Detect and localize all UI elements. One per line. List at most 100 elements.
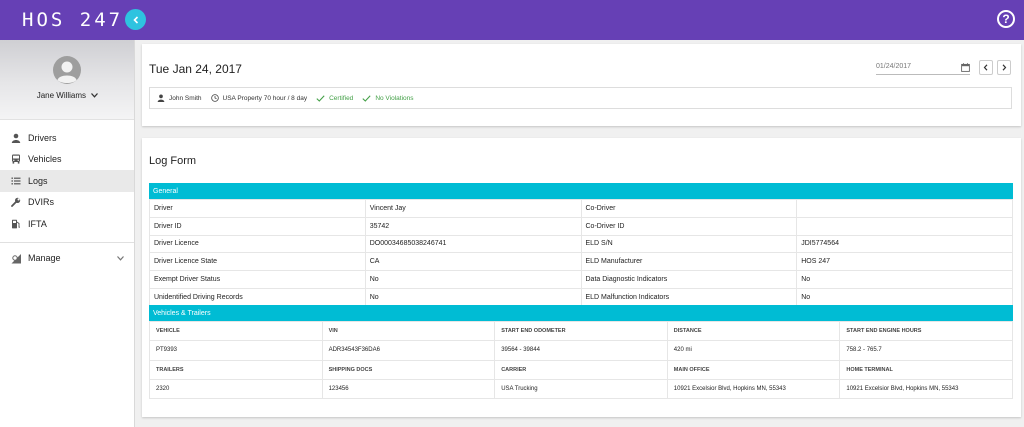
table-row: 2320 123456 USA Trucking 10921 Excelsior… bbox=[149, 378, 1013, 400]
table-row: Driver Vincent Jay Co-Driver bbox=[149, 199, 1013, 218]
field-value: No bbox=[364, 270, 582, 289]
field-label: ELD Malfunction Indicators bbox=[580, 287, 798, 307]
avatar-icon bbox=[53, 56, 81, 84]
sidebar-item-label: Vehicles bbox=[28, 154, 62, 165]
field-label: Driver bbox=[149, 199, 366, 218]
table-row: Unidentified Driving Records No ELD Malf… bbox=[149, 287, 1013, 307]
sidebar-divider bbox=[0, 241, 134, 243]
field-value: DO00034685038246741 bbox=[364, 234, 582, 254]
sidebar-item-label: Drivers bbox=[28, 132, 57, 143]
chevron-down-icon bbox=[117, 255, 124, 261]
person-icon bbox=[157, 94, 165, 102]
bus-icon bbox=[10, 153, 22, 165]
status-violations-text: No Violations bbox=[375, 94, 414, 102]
field-label: Driver ID bbox=[149, 216, 366, 236]
chevron-left-icon bbox=[983, 64, 988, 71]
field-label: ELD S/N bbox=[580, 234, 798, 254]
field-value: No bbox=[364, 287, 582, 307]
list-icon bbox=[10, 175, 22, 187]
fuel-icon bbox=[10, 218, 22, 230]
sidebar-item-label: Manage bbox=[28, 253, 61, 264]
status-ruleset: USA Property 70 hour / 8 day bbox=[210, 94, 308, 102]
app-logo[interactable]: HOS 247 bbox=[22, 9, 123, 31]
sidebar-item-logs[interactable]: Logs bbox=[0, 170, 134, 192]
field-label: Co-Driver ID bbox=[580, 216, 798, 236]
sidebar-item-drivers[interactable]: Drivers bbox=[0, 127, 134, 149]
field-value: JDI5774564 bbox=[796, 234, 1013, 254]
profile-menu-toggle[interactable]: Jane Williams bbox=[0, 91, 135, 100]
general-table: Driver Vincent Jay Co-Driver Driver ID 3… bbox=[149, 199, 1013, 307]
status-ruleset-text: USA Property 70 hour / 8 day bbox=[222, 94, 308, 102]
field-label: Exempt Driver Status bbox=[149, 270, 366, 289]
log-status-bar: John Smith USA Property 70 hour / 8 day … bbox=[149, 87, 1012, 109]
profile-panel: Jane Williams bbox=[0, 40, 134, 120]
table-cell: 758.2 - 765.7 bbox=[839, 340, 1013, 361]
table-cell: 39564 - 39844 bbox=[494, 340, 668, 361]
table-cell: PT9393 bbox=[149, 340, 323, 361]
column-header: DISTANCE bbox=[666, 320, 841, 342]
field-value: 35742 bbox=[364, 216, 582, 236]
check-icon bbox=[362, 94, 371, 102]
status-driver: John Smith bbox=[157, 94, 202, 102]
field-label: Driver Licence bbox=[149, 234, 366, 254]
chevron-left-icon bbox=[132, 15, 138, 24]
field-value: Vincent Jay bbox=[364, 199, 582, 218]
sidebar-item-label: Logs bbox=[28, 175, 48, 186]
status-violations: No Violations bbox=[362, 94, 414, 102]
field-value: No bbox=[796, 270, 1013, 289]
column-header: START END ODOMETER bbox=[494, 320, 668, 342]
sidebar-item-label: IFTA bbox=[28, 218, 47, 229]
sidebar-item-label: DVIRs bbox=[28, 197, 55, 208]
field-label: Driver Licence State bbox=[149, 252, 366, 272]
sidebar-item-manage[interactable]: Manage bbox=[0, 248, 134, 270]
top-bar: HOS 247 ? bbox=[0, 0, 1024, 40]
previous-day-button[interactable] bbox=[979, 60, 993, 75]
column-header: START END ENGINE HOURS bbox=[839, 320, 1013, 342]
calendar-icon[interactable] bbox=[961, 63, 970, 72]
sidebar-item-dvirs[interactable]: DVIRs bbox=[0, 192, 134, 214]
table-row: Exempt Driver Status No Data Diagnostic … bbox=[149, 270, 1013, 289]
field-value: CA bbox=[364, 252, 582, 272]
column-header: CARRIER bbox=[494, 359, 668, 380]
sidebar-nav: Drivers Vehicles Logs DVIRs IFTA Manage bbox=[0, 127, 134, 269]
column-header: MAIN OFFICE bbox=[666, 359, 841, 380]
field-label: Co-Driver bbox=[580, 199, 798, 218]
table-header-row: TRAILERS SHIPPING DOCS CARRIER MAIN OFFI… bbox=[149, 359, 1013, 380]
status-certified: Certified bbox=[316, 95, 353, 102]
help-button[interactable]: ? bbox=[997, 10, 1015, 28]
column-header: VEHICLE bbox=[149, 320, 323, 342]
date-picker-input[interactable]: 01/24/2017 bbox=[876, 62, 970, 75]
log-header-card: Tue Jan 24, 2017 01/24/2017 John Smith U… bbox=[142, 44, 1021, 126]
check-icon bbox=[316, 94, 325, 102]
wrench-icon bbox=[10, 196, 22, 208]
table-row: Driver Licence State CA ELD Manufacturer… bbox=[149, 252, 1013, 272]
sidebar-item-ifta[interactable]: IFTA bbox=[0, 213, 134, 235]
vehicles-table: VEHICLE VIN START END ODOMETER DISTANCE … bbox=[149, 320, 1013, 400]
clock-icon bbox=[210, 94, 219, 102]
table-cell: 10921 Excelsior Blvd, Hopkins MN, 55343 bbox=[666, 378, 841, 400]
collapse-sidebar-button[interactable] bbox=[125, 9, 146, 30]
log-form-title: Log Form bbox=[149, 155, 197, 167]
chevron-right-icon bbox=[1002, 64, 1007, 71]
table-cell: ADR34543F36DA6 bbox=[321, 340, 496, 361]
field-label: Data Diagnostic Indicators bbox=[580, 270, 798, 289]
date-value: 01/24/2017 bbox=[876, 63, 912, 70]
column-header: VIN bbox=[321, 320, 496, 342]
next-day-button[interactable] bbox=[997, 60, 1011, 75]
column-header: HOME TERMINAL bbox=[839, 359, 1013, 380]
column-header: TRAILERS bbox=[149, 359, 323, 380]
field-label: Unidentified Driving Records bbox=[149, 287, 366, 307]
table-cell: 420 mi bbox=[666, 340, 841, 361]
field-value: No bbox=[796, 287, 1013, 307]
log-form-card: Log Form General Driver Vincent Jay Co-D… bbox=[142, 138, 1021, 417]
status-driver-name: John Smith bbox=[169, 94, 202, 102]
table-cell: 10921 Excelsior Blvd, Hopkins MN, 55343 bbox=[839, 378, 1013, 400]
person-icon bbox=[10, 132, 22, 144]
sidebar-item-vehicles[interactable]: Vehicles bbox=[0, 149, 134, 171]
general-section-header: General bbox=[149, 183, 1013, 199]
vehicles-section-header: Vehicles & Trailers bbox=[149, 305, 1013, 321]
table-row: Driver Licence DO00034685038246741 ELD S… bbox=[149, 234, 1013, 254]
table-cell: USA Trucking bbox=[494, 378, 668, 400]
manage-icon bbox=[10, 252, 22, 264]
question-icon: ? bbox=[1002, 12, 1010, 26]
